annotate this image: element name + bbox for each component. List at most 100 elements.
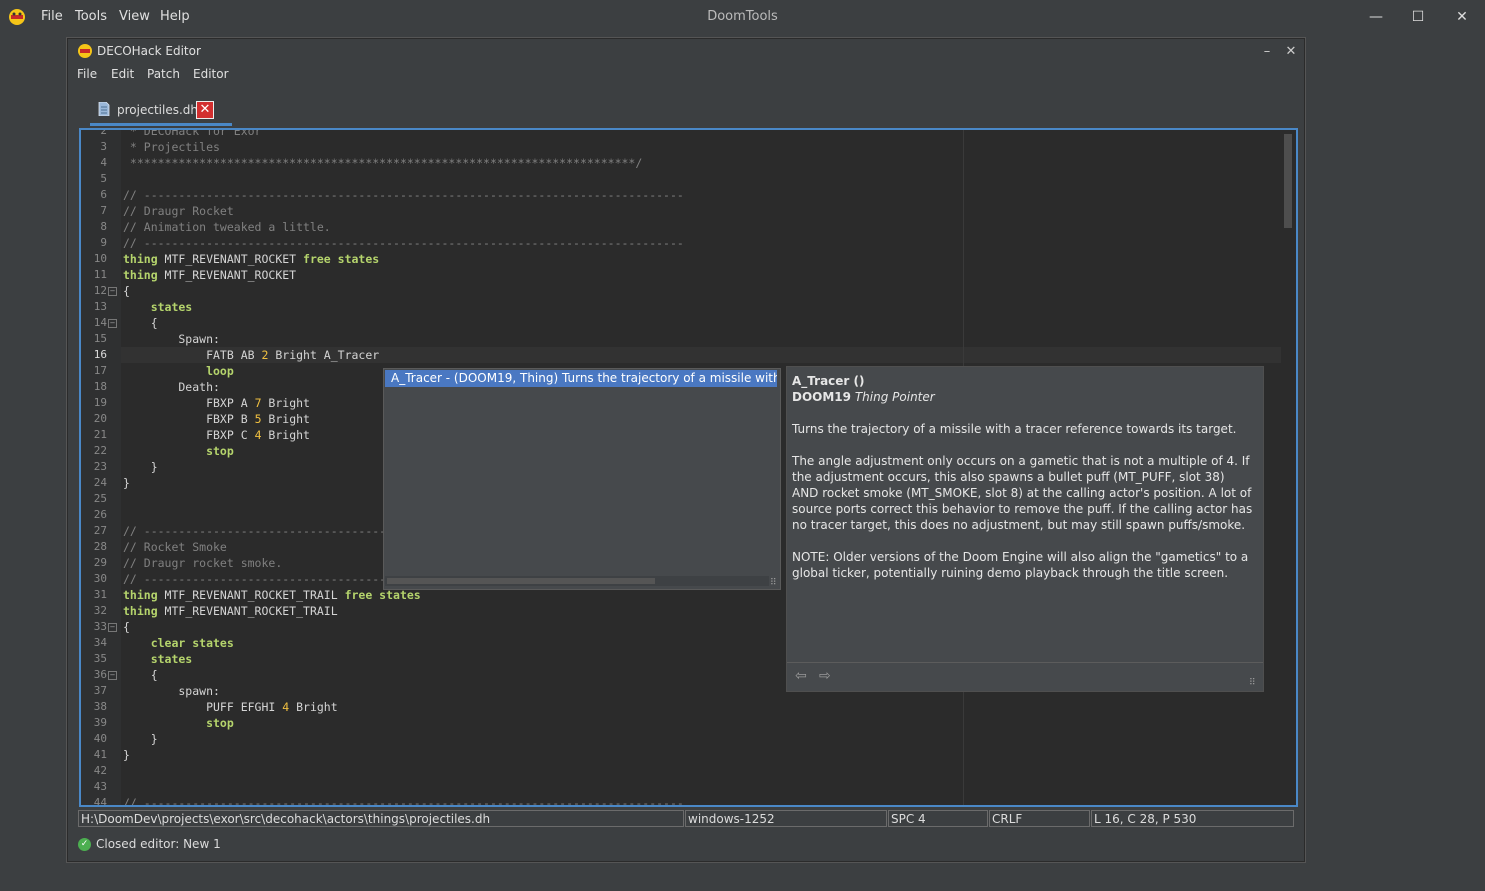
- code-line: // -------------------------------------…: [123, 235, 684, 251]
- code-line: }: [123, 475, 130, 491]
- status-check-icon: ✓: [78, 838, 91, 851]
- line-number: 35: [93, 652, 107, 665]
- line-number: 8: [100, 220, 107, 233]
- doc-source: DOOM19: [792, 390, 852, 404]
- code-token: Bright: [261, 428, 310, 442]
- code-line: {: [123, 315, 158, 331]
- minimize-button[interactable]: —: [1353, 0, 1399, 33]
- editor-scrollbar-thumb[interactable]: [1284, 134, 1292, 228]
- line-number: 15: [93, 332, 107, 345]
- line-number: 14: [93, 316, 107, 329]
- code-token: // -------------------------------------…: [123, 188, 684, 202]
- code-token: 5: [254, 412, 262, 426]
- documentation-popup: A_Tracer () DOOM19 Thing Pointer Turns t…: [786, 366, 1264, 692]
- frame-title: DECOHack Editor: [97, 44, 201, 58]
- code-line: loop: [123, 363, 234, 379]
- frame-titlebar[interactable]: DECOHack Editor – ✕: [68, 39, 1304, 63]
- line-number: 31: [93, 588, 107, 601]
- code-line: {: [123, 667, 158, 683]
- line-ending-field[interactable]: CRLF: [989, 810, 1090, 827]
- frame-minimize-button[interactable]: –: [1256, 41, 1278, 61]
- code-token: states: [123, 300, 193, 314]
- code-token: * Projectiles: [123, 140, 220, 154]
- fold-toggle-icon[interactable]: −: [108, 287, 117, 296]
- autocomplete-list[interactable]: A_Tracer - (DOOM19, Thing) Turns the tra…: [383, 368, 781, 590]
- fold-toggle-icon[interactable]: −: [108, 671, 117, 680]
- fold-toggle-icon[interactable]: −: [108, 319, 117, 328]
- line-number: 30: [93, 572, 107, 585]
- code-line: spawn:: [123, 683, 220, 699]
- code-line: * Projectiles: [123, 139, 220, 155]
- line-number: 9: [100, 236, 107, 249]
- forward-arrow-icon[interactable]: ⇨: [819, 668, 831, 684]
- code-line: // Draugr Rocket: [123, 203, 234, 219]
- line-number: 26: [93, 508, 107, 521]
- code-token: Bright: [261, 396, 310, 410]
- code-token: thing: [123, 588, 158, 602]
- code-token: ****************************************…: [123, 156, 643, 170]
- code-token: thing: [123, 268, 158, 282]
- menu-help[interactable]: Help: [160, 9, 190, 24]
- tab-projectiles[interactable]: projectiles.dh ✕: [90, 97, 232, 126]
- line-number-gutter: 2 3 4 5 6 7 8 9 10 11 12−13 14−15 16 17 18 19 20 21 22 23 24…: [81, 130, 121, 805]
- code-line: FATB AB 2 Bright A_Tracer: [123, 347, 379, 363]
- code-token: PUFF EFGHI: [123, 700, 283, 714]
- doc-resize-grip-icon[interactable]: ⠿: [1249, 678, 1256, 688]
- autocomplete-selected-item[interactable]: A_Tracer - (DOOM19, Thing) Turns the tra…: [385, 370, 777, 387]
- code-token: }: [123, 732, 158, 746]
- code-token: {: [123, 620, 130, 634]
- menu-tools[interactable]: Tools: [75, 9, 107, 24]
- code-token: // Draugr rocket smoke.: [123, 556, 283, 570]
- code-line: states: [123, 299, 193, 315]
- code-token: Bright: [289, 700, 338, 714]
- back-arrow-icon[interactable]: ⇦: [795, 668, 807, 684]
- frame-close-button[interactable]: ✕: [1280, 41, 1302, 61]
- code-line: // -------------------------------------…: [123, 187, 684, 203]
- frame-menu-file[interactable]: File: [77, 67, 97, 81]
- code-line: Death:: [123, 379, 220, 395]
- frame-menu-edit[interactable]: Edit: [111, 67, 134, 81]
- code-token: // -------------------------------------…: [123, 796, 684, 807]
- frame-menu-editor[interactable]: Editor: [193, 67, 229, 81]
- code-line: FBXP A 7 Bright: [123, 395, 310, 411]
- fold-toggle-icon[interactable]: −: [108, 623, 117, 632]
- indent-field[interactable]: SPC 4: [888, 810, 988, 827]
- code-token: FATB AB: [123, 348, 262, 362]
- line-number: 22: [93, 444, 107, 457]
- code-token: FBXP A: [123, 396, 255, 410]
- tab-close-icon[interactable]: ✕: [196, 101, 214, 119]
- line-number: 28: [93, 540, 107, 553]
- close-button[interactable]: ✕: [1439, 0, 1485, 33]
- line-number: 40: [93, 732, 107, 745]
- autocomplete-scrollbar-thumb[interactable]: [387, 578, 655, 584]
- line-number: 25: [93, 492, 107, 505]
- encoding-field[interactable]: windows-1252: [685, 810, 887, 827]
- autocomplete-horizontal-scrollbar[interactable]: [385, 576, 769, 586]
- line-number: 38: [93, 700, 107, 713]
- resize-grip-icon[interactable]: ⠿: [770, 578, 777, 588]
- code-line: thing MTF_REVENANT_ROCKET free states: [123, 251, 379, 267]
- status-message: Closed editor: New 1: [96, 837, 221, 851]
- line-number: 33: [93, 620, 107, 633]
- code-token: stop: [123, 444, 234, 458]
- code-token: {: [123, 316, 158, 330]
- code-line: }: [123, 459, 158, 475]
- code-line: // -------------------------------------…: [123, 795, 684, 807]
- cursor-position-field: L 16, C 28, P 530: [1091, 810, 1294, 827]
- code-token: thing: [123, 252, 158, 266]
- line-number: 19: [93, 396, 107, 409]
- code-token: MTF_REVENANT_ROCKET: [157, 268, 297, 282]
- maximize-button[interactable]: ☐: [1395, 0, 1441, 33]
- line-number: 27: [93, 524, 107, 537]
- menu-view[interactable]: View: [119, 9, 150, 24]
- editor-vertical-scrollbar[interactable]: [1282, 130, 1294, 805]
- code-token: {: [123, 668, 158, 682]
- code-token: FBXP C: [123, 428, 255, 442]
- code-line: PUFF EFGHI 4 Bright: [123, 699, 338, 715]
- line-number: 24: [93, 476, 107, 489]
- line-number: 18: [93, 380, 107, 393]
- line-number: 13: [93, 300, 107, 313]
- menu-file[interactable]: File: [41, 9, 63, 24]
- line-number: 12: [93, 284, 107, 297]
- frame-menu-patch[interactable]: Patch: [147, 67, 180, 81]
